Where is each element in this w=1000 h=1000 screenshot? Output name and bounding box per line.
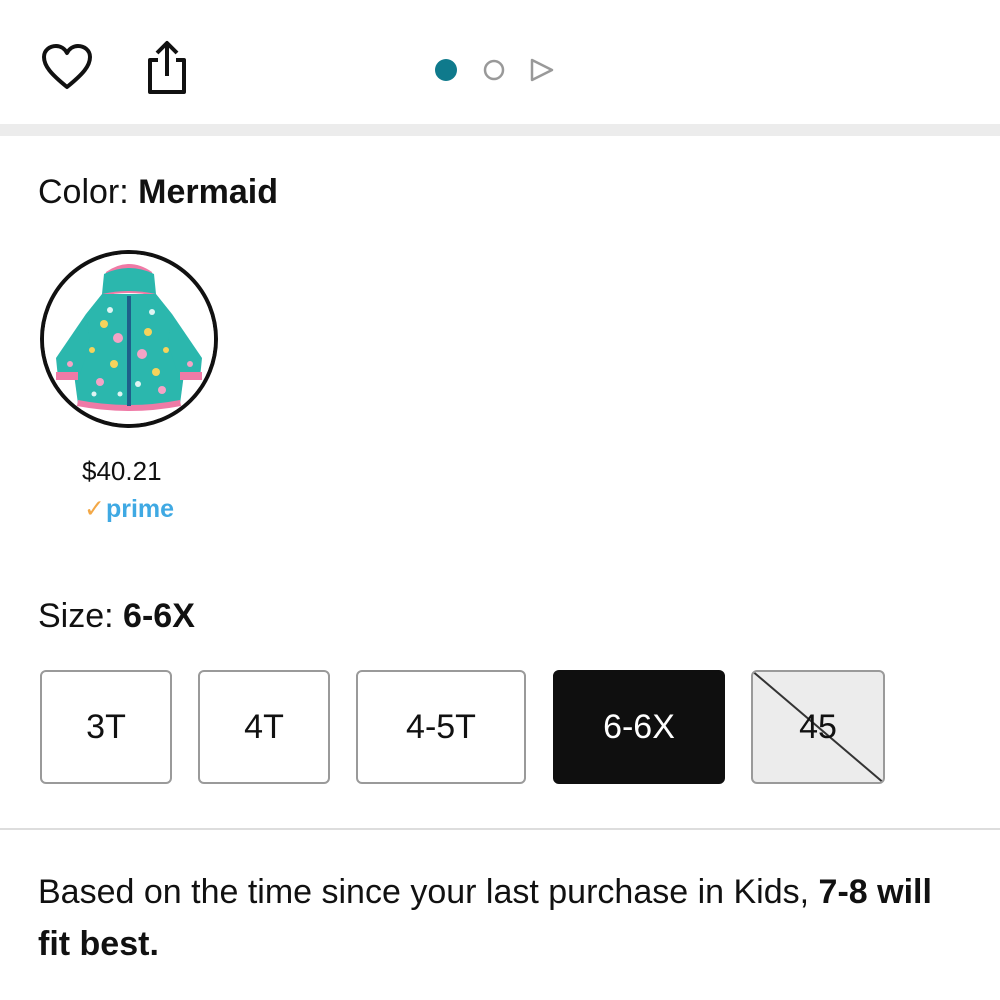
section-divider-thin: [0, 828, 1000, 830]
carousel-dot: [483, 59, 505, 81]
color-label: Color: Mermaid: [38, 172, 278, 212]
carousel-dot-active: [435, 59, 457, 81]
fit-recommendation-text: Based on the time since your last purcha…: [38, 873, 819, 911]
prime-badge: ✓prime: [84, 494, 174, 524]
size-option-4-5t[interactable]: 4-5T: [356, 670, 526, 784]
heart-icon: [42, 44, 92, 89]
size-value: 6-6X: [123, 597, 195, 635]
size-option-45-unavailable[interactable]: 45: [751, 670, 885, 784]
share-button[interactable]: [140, 36, 194, 98]
swatch-price: $40.21: [82, 456, 162, 486]
size-option-label: 4T: [244, 707, 284, 746]
size-option-label: 6-6X: [603, 707, 675, 746]
size-label-prefix: Size:: [38, 597, 124, 635]
color-swatch-mermaid[interactable]: [40, 250, 218, 428]
prime-check-icon: ✓: [84, 495, 105, 523]
color-label-prefix: Color:: [38, 173, 139, 211]
size-option-4t[interactable]: 4T: [198, 670, 330, 784]
size-option-3t[interactable]: 3T: [40, 670, 172, 784]
prime-label: prime: [105, 495, 175, 523]
section-divider: [0, 124, 1000, 136]
video-play-icon: [530, 58, 554, 82]
size-option-label: 45: [799, 707, 837, 746]
image-carousel-indicator: [432, 56, 562, 84]
size-label: Size: 6-6X: [38, 596, 195, 636]
size-option-label: 3T: [86, 707, 126, 746]
size-option-6-6x[interactable]: 6-6X: [553, 670, 725, 784]
fit-recommendation: Based on the time since your last purcha…: [38, 866, 968, 970]
size-option-label: 4-5T: [406, 707, 476, 746]
share-icon: [148, 41, 186, 94]
favorite-button[interactable]: [38, 40, 96, 94]
jacket-thumbnail: [44, 254, 214, 424]
color-value: Mermaid: [138, 173, 278, 211]
size-options: 3T 4T 4-5T 6-6X 45: [0, 670, 1000, 790]
